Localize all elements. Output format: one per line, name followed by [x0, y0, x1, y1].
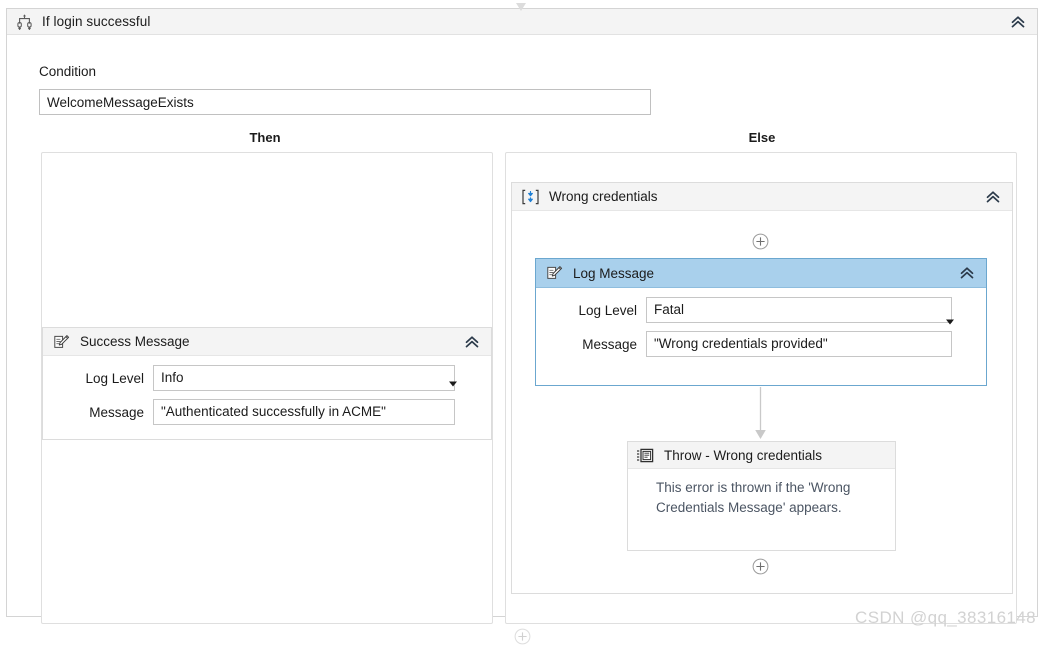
- log-message-icon: [546, 265, 563, 281]
- log-message-textbox[interactable]: "Wrong credentials provided": [646, 331, 952, 357]
- log-message-body: Log Level Fatal Message "Wrong credentia…: [536, 288, 986, 367]
- log-message-title: Log Message: [573, 265, 655, 281]
- log-level-row: Log Level Fatal: [548, 297, 974, 325]
- arrow-down-icon: [514, 0, 528, 11]
- if-activity-title: If login successful: [42, 14, 151, 29]
- success-log-level-row: Log Level Info: [55, 365, 479, 391]
- activity-success-message[interactable]: Success Message Log Level Info Message "…: [42, 327, 492, 440]
- log-level-combobox[interactable]: Fatal: [646, 297, 952, 323]
- sequence-title: Wrong credentials: [549, 189, 658, 204]
- sequence-icon: [521, 189, 540, 205]
- log-message-label: Message: [582, 336, 637, 352]
- log-level-label: Log Level: [578, 302, 637, 318]
- success-message-label: Message: [89, 404, 144, 420]
- arrow-down-icon: [754, 387, 767, 442]
- success-log-level-combobox[interactable]: Info: [153, 365, 455, 391]
- else-branch-label: Else: [748, 130, 776, 145]
- if-branch-icon: [16, 13, 33, 30]
- condition-label: Condition: [39, 64, 97, 79]
- plus-circle-icon[interactable]: [752, 233, 769, 250]
- success-message-row: Message "Authenticated successfully in A…: [55, 399, 479, 425]
- plus-circle-icon[interactable]: [752, 558, 769, 575]
- success-message-body: Log Level Info Message "Authenticated su…: [43, 356, 491, 435]
- if-activity-card: If login successful Condition Then Else: [6, 8, 1038, 624]
- chevron-up-double-icon[interactable]: [984, 189, 1002, 205]
- condition-input[interactable]: [39, 89, 651, 115]
- success-message-title: Success Message: [80, 334, 190, 349]
- if-activity-header[interactable]: If login successful: [7, 9, 1037, 35]
- chevron-up-double-icon[interactable]: [1009, 14, 1027, 30]
- success-log-level-label: Log Level: [85, 370, 144, 386]
- log-message-row: Message "Wrong credentials provided": [548, 331, 974, 357]
- watermark: CSDN @qq_38316148: [855, 608, 1036, 627]
- success-message-header[interactable]: Success Message: [43, 328, 491, 356]
- activity-log-message[interactable]: Log Message Log Level Fatal Message "Wro…: [535, 258, 987, 386]
- throw-title: Throw - Wrong credentials: [664, 447, 823, 463]
- plus-circle-icon[interactable]: [514, 628, 531, 645]
- throw-description: This error is thrown if the 'Wrong Crede…: [656, 480, 851, 515]
- success-message-textbox[interactable]: "Authenticated successfully in ACME": [153, 399, 455, 425]
- then-branch-label: Then: [249, 130, 281, 145]
- log-message-icon: [53, 334, 70, 350]
- chevron-up-double-icon[interactable]: [958, 265, 976, 281]
- sequence-header[interactable]: Wrong credentials: [512, 183, 1012, 211]
- log-message-header[interactable]: Log Message: [536, 259, 986, 288]
- chevron-up-double-icon[interactable]: [463, 334, 481, 350]
- throw-icon: [636, 448, 654, 463]
- activity-throw[interactable]: Throw - Wrong credentials This error is …: [627, 441, 896, 551]
- throw-header[interactable]: Throw - Wrong credentials: [628, 442, 895, 469]
